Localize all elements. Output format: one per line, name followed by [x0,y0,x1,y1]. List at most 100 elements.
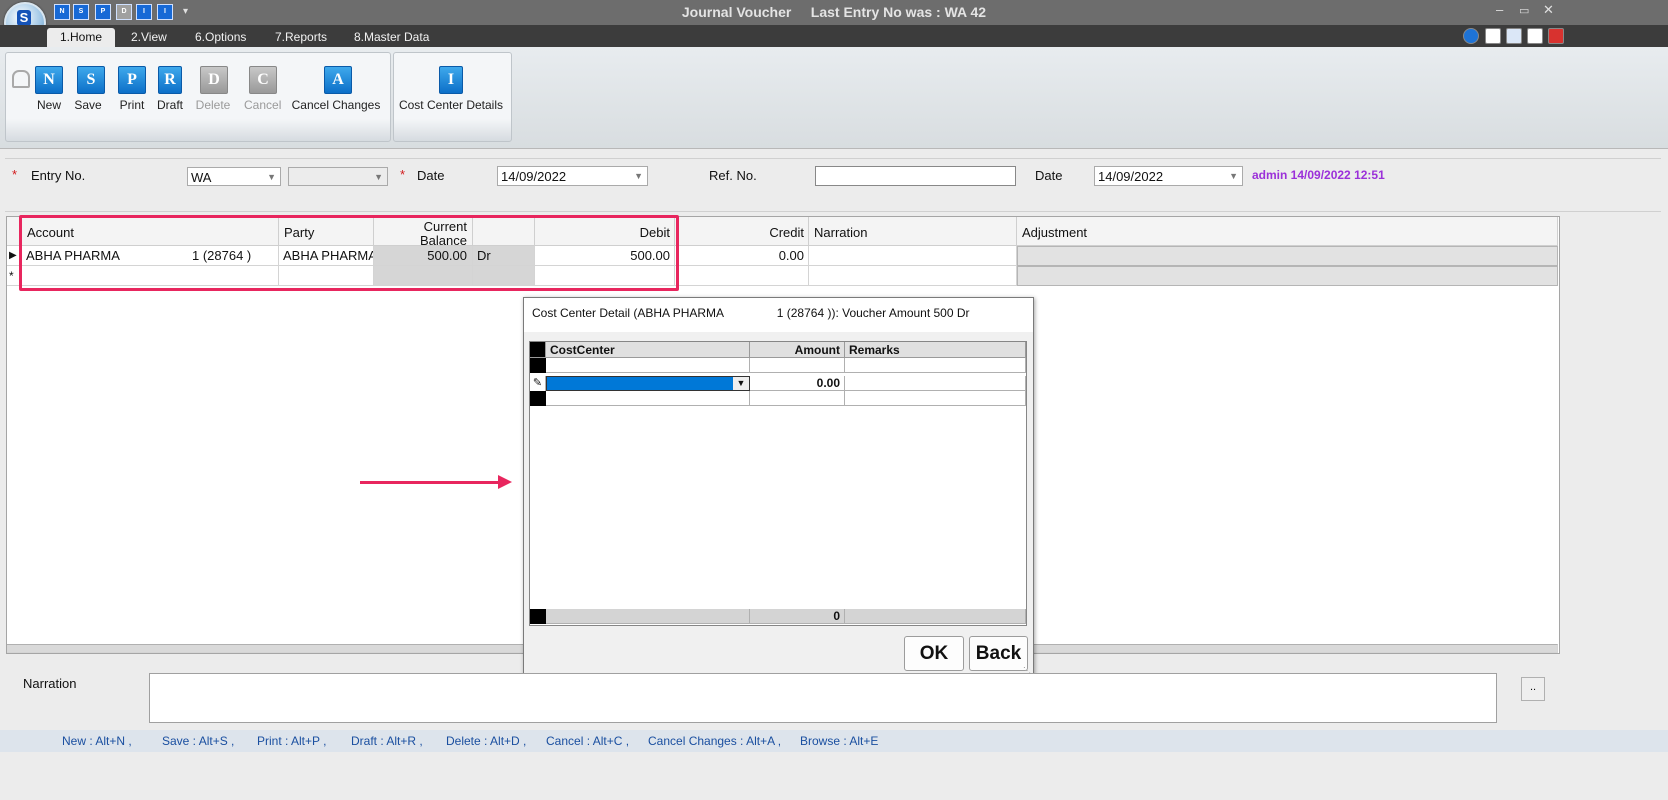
save-icon[interactable]: S [77,66,105,94]
voucher-date-picker[interactable]: 14/09/2022 ▼ [497,166,648,186]
qat-new-icon[interactable]: N [54,4,70,20]
delete-icon: D [200,66,228,94]
shortcut-cancel-changes: Cancel Changes : Alt+A , [648,734,782,748]
cancel-button: Cancel [244,98,282,112]
cell-credit[interactable]: 0.00 [675,246,809,266]
window-title: Journal Voucher Last Entry No was : WA 4… [681,4,987,20]
cell-costcenter[interactable] [546,391,750,406]
back-button[interactable]: Back [969,636,1028,671]
shortcut-cancel: Cancel : Alt+C , [546,734,630,748]
title-bar: Journal Voucher Last Entry No was : WA 4… [0,0,1668,25]
shortcut-save: Save : Alt+S , [162,734,235,748]
new-button[interactable]: New [33,98,65,112]
qat-save-icon[interactable]: S [73,4,89,20]
delete-button: Delete [195,98,231,112]
required-marker: * [400,167,406,182]
cell-adjustment[interactable] [1017,246,1558,266]
qat-info-icon[interactable]: I [136,4,152,20]
col-remarks[interactable]: Remarks [845,342,1026,358]
cell-costcenter[interactable] [546,358,750,373]
save-button[interactable]: Save [72,98,104,112]
cancel-icon: C [249,66,277,94]
tab-reports[interactable]: 7.Reports [262,28,340,47]
row-selector[interactable] [530,391,546,406]
cell-narration-new[interactable] [809,266,1017,286]
cell-adjustment-new[interactable] [1017,266,1558,286]
col-credit[interactable]: Credit [675,217,809,246]
footer-selector [530,609,546,624]
maximize-icon[interactable]: ▭ [1519,4,1529,17]
amount-input[interactable]: 0.00 [750,376,845,391]
ok-button[interactable]: OK [904,636,964,671]
exit-icon[interactable] [1548,28,1564,44]
entry-no-label: Entry No. [31,168,86,183]
cost-center-dialog: Cost Center Detail (ABHA PHARMA 1 (28764… [523,297,1034,677]
cost-center-icon[interactable]: I [439,66,463,94]
cell-amount[interactable] [750,358,845,373]
tab-master-data[interactable]: 8.Master Data [341,28,442,47]
col-amount[interactable]: Amount [750,342,845,358]
ref-no-input[interactable] [815,166,1016,186]
ref-date-picker[interactable]: 14/09/2022 ▼ [1094,166,1243,186]
qat-info2-icon[interactable]: I [157,4,173,20]
annotation-arrow [360,481,500,484]
qat-print-icon[interactable]: P [95,4,111,20]
shortcut-print: Print : Alt+P , [257,734,327,748]
narration-textarea[interactable] [149,673,1497,723]
help-icon[interactable] [1463,28,1479,44]
qat-customize-icon[interactable]: ▾ [183,6,188,17]
annotation-arrow-head [498,475,512,489]
highlight-box [19,215,679,291]
edit-pencil-icon: ✎ [530,376,546,391]
required-marker: * [12,167,18,182]
ribbon-tabs: 1.Home 2.View 6.Options 7.Reports 8.Mast… [0,25,1668,47]
cell-remarks[interactable] [845,358,1026,373]
print-button[interactable]: Print [116,98,148,112]
document-icon[interactable] [1527,28,1543,44]
col-costcenter[interactable]: CostCenter [546,342,750,358]
entry-prefix-select[interactable]: WA ▼ [187,167,281,186]
entry-number-select[interactable]: ▼ [288,167,388,186]
shortcut-bar: New : Alt+N , Save : Alt+S , Print : Alt… [0,730,1668,752]
draft-button[interactable]: Draft [154,98,186,112]
tab-view[interactable]: 2.View [118,28,180,47]
remarks-input[interactable] [845,376,1026,391]
draft-icon[interactable]: R [158,66,182,94]
date-label: Date [417,168,445,183]
print-icon[interactable]: P [118,66,146,94]
costcenter-dropdown[interactable] [546,376,750,391]
narration-label: Narration [23,676,77,691]
shortcut-draft: Draft : Alt+R , [351,734,423,748]
row-selector[interactable] [530,358,546,373]
calculator-icon[interactable] [1485,28,1501,44]
cell-amount[interactable] [750,391,845,406]
minimize-icon[interactable]: – [1496,2,1503,17]
narration-ellipsis-button[interactable]: .. [1521,677,1545,701]
footer-costcenter [546,609,750,624]
tab-home[interactable]: 1.Home [47,28,116,47]
shortcut-new: New : Alt+N , [62,734,132,748]
lock-icon[interactable] [12,70,30,88]
cell-credit-new[interactable] [675,266,809,286]
dialog-title-bar: Cost Center Detail (ABHA PHARMA 1 (28764… [524,298,1033,332]
qat-delete-icon[interactable]: D [116,4,132,20]
shortcut-delete: Delete : Alt+D , [446,734,527,748]
ref-no-label: Ref. No. [709,168,757,183]
cost-center-details-button[interactable]: Cost Center Details [398,98,504,112]
cost-center-grid: CostCenter Amount Remarks ✎ ▼ 0.00 0 [529,341,1027,626]
footer-remarks [845,609,1026,624]
amount-total: 0 [750,609,845,624]
cell-narration[interactable] [809,246,1017,266]
close-icon[interactable]: ✕ [1543,2,1554,18]
col-narration[interactable]: Narration [809,217,1017,246]
chevron-down-icon[interactable]: ▼ [733,377,749,390]
cell-remarks[interactable] [845,391,1026,406]
tab-options[interactable]: 6.Options [182,28,259,47]
new-icon[interactable]: N [35,66,63,94]
dialog-title: Cost Center Detail (ABHA PHARMA 1 (28764… [532,306,970,320]
audit-info: admin 14/09/2022 12:51 [1252,168,1385,182]
col-adjustment[interactable]: Adjustment [1017,217,1558,246]
info-icon[interactable] [1506,28,1522,44]
cancel-changes-button[interactable]: Cancel Changes [290,98,382,112]
cancel-changes-icon[interactable]: A [324,66,352,94]
